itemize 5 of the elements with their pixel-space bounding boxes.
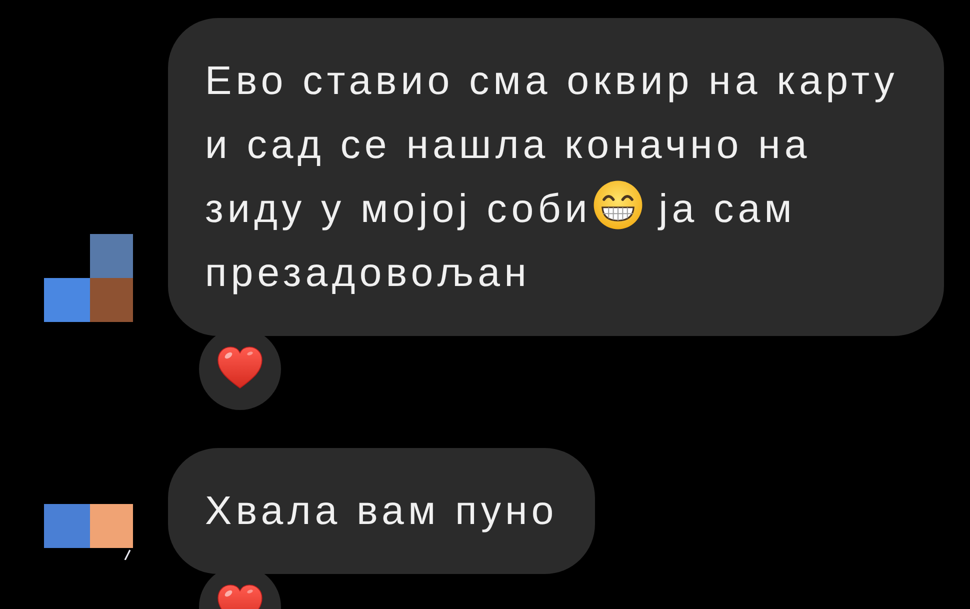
heart-icon [217,346,263,390]
heart-icon [217,584,263,609]
message-text: Хвала вам пуно [205,488,558,535]
grinning-face-icon [593,180,644,230]
message-text: Ево ставио сма оквир на карту и сад се нашла коначно на зиду у мојој соби ја сам презадовољан [205,58,900,297]
